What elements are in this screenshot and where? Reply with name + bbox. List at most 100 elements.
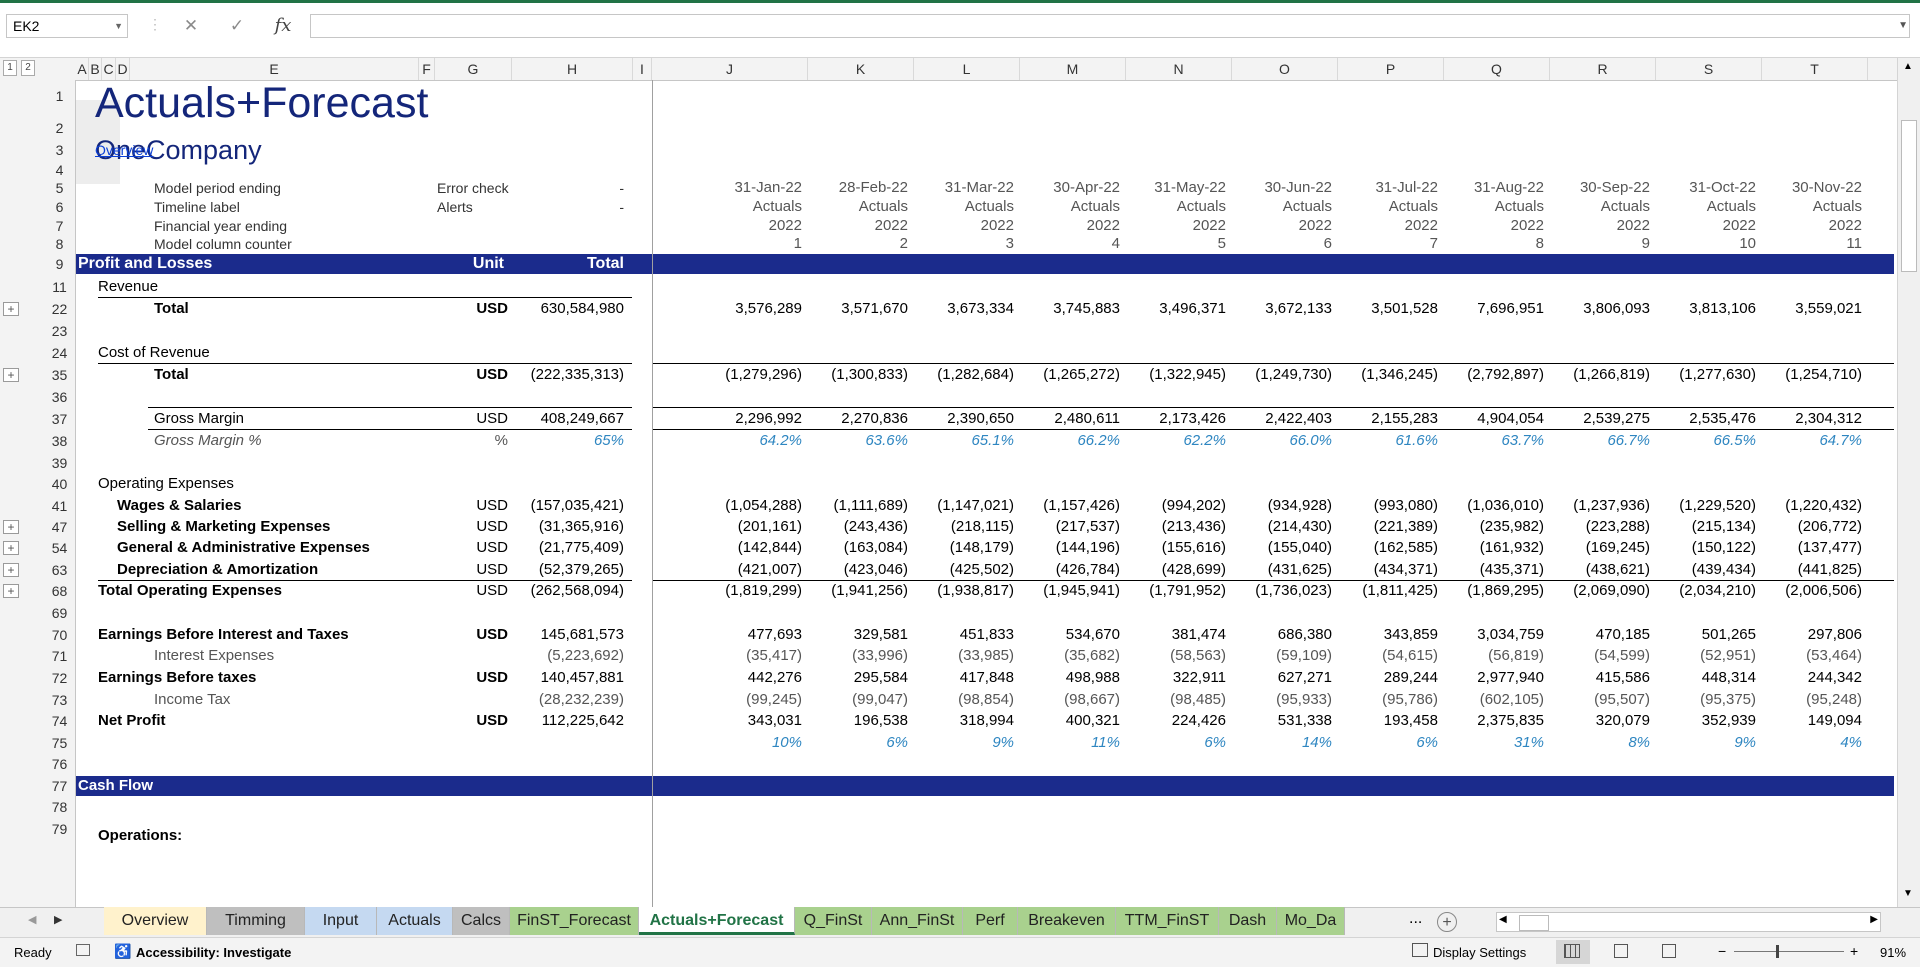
row-header-69[interactable]: 69 bbox=[44, 603, 75, 623]
sheet-tab[interactable]: Ann_FinSt bbox=[872, 907, 963, 935]
row-header-68[interactable]: 68 bbox=[44, 581, 75, 601]
accessibility-icon[interactable]: ♿ bbox=[114, 943, 131, 960]
col-header-J[interactable]: J bbox=[652, 58, 808, 80]
zoom-level[interactable]: 91% bbox=[1880, 945, 1906, 960]
formula-input[interactable] bbox=[310, 14, 1910, 38]
col-header-B[interactable]: B bbox=[89, 58, 102, 80]
col-header-G[interactable]: G bbox=[435, 58, 512, 80]
enter-icon[interactable]: ✓ bbox=[222, 14, 252, 38]
row-header-76[interactable]: 76 bbox=[44, 754, 75, 774]
display-settings-icon[interactable] bbox=[1412, 943, 1428, 957]
expand-group-icon[interactable]: + bbox=[3, 584, 19, 598]
more-sheets[interactable]: ... bbox=[1409, 910, 1422, 928]
expand-group-icon[interactable]: + bbox=[3, 563, 19, 577]
zoom-in-icon[interactable]: + bbox=[1850, 943, 1858, 959]
col-header-K[interactable]: K bbox=[808, 58, 914, 80]
row-header-8[interactable]: 8 bbox=[44, 234, 75, 254]
sheet-tab[interactable]: TTM_FinST bbox=[1116, 907, 1219, 935]
row-header-39[interactable]: 39 bbox=[44, 453, 75, 473]
sheet-tab[interactable]: Timming bbox=[207, 907, 305, 935]
row-header-40[interactable]: 40 bbox=[44, 474, 75, 494]
row-header-79[interactable]: 79 bbox=[44, 819, 75, 839]
col-header-Q[interactable]: Q bbox=[1444, 58, 1550, 80]
col-header-I[interactable]: I bbox=[633, 58, 652, 80]
zoom-slider-thumb[interactable] bbox=[1776, 945, 1779, 958]
col-header-A[interactable]: A bbox=[76, 58, 89, 80]
sheet-tab[interactable]: Calcs bbox=[453, 907, 510, 935]
hscroll-thumb[interactable] bbox=[1519, 915, 1549, 931]
expand-formula-icon[interactable]: ▼ bbox=[1898, 14, 1908, 38]
row-header-24[interactable]: 24 bbox=[44, 343, 75, 363]
next-sheet-icon[interactable]: ▶ bbox=[54, 913, 62, 926]
row-header-1[interactable]: 1 bbox=[44, 86, 75, 106]
row-header-23[interactable]: 23 bbox=[44, 321, 75, 341]
col-header-R[interactable]: R bbox=[1550, 58, 1656, 80]
display-settings[interactable]: Display Settings bbox=[1433, 945, 1526, 960]
row-header-77[interactable]: 77 bbox=[44, 776, 75, 796]
row-header-54[interactable]: 54 bbox=[44, 538, 75, 558]
row-header-73[interactable]: 73 bbox=[44, 690, 75, 710]
sheet-tab[interactable]: Q_FinSt bbox=[795, 907, 872, 935]
row-header-5[interactable]: 5 bbox=[44, 178, 75, 198]
row-header-3[interactable]: 3 bbox=[44, 140, 75, 160]
row-header-75[interactable]: 75 bbox=[44, 733, 75, 753]
col-header-O[interactable]: O bbox=[1232, 58, 1338, 80]
sheet-tab[interactable]: Dash bbox=[1219, 907, 1277, 935]
sheet-tab[interactable]: Input bbox=[305, 907, 377, 935]
accessibility-status[interactable]: Accessibility: Investigate bbox=[136, 945, 291, 960]
col-header-S[interactable]: S bbox=[1656, 58, 1762, 80]
col-header-T[interactable]: T bbox=[1762, 58, 1868, 80]
insert-function-icon[interactable]: fx bbox=[268, 14, 298, 38]
outline-level-1[interactable]: 1 bbox=[3, 60, 17, 76]
chevron-down-icon[interactable]: ▼ bbox=[114, 15, 123, 37]
zoom-out-icon[interactable]: − bbox=[1718, 943, 1726, 959]
row-header-7[interactable]: 7 bbox=[44, 216, 75, 236]
row-header-70[interactable]: 70 bbox=[44, 625, 75, 645]
col-header-L[interactable]: L bbox=[914, 58, 1020, 80]
row-header-9[interactable]: 9 bbox=[44, 254, 75, 274]
row-header-47[interactable]: 47 bbox=[44, 517, 75, 537]
name-box[interactable]: EK2 ▼ bbox=[6, 14, 128, 38]
row-header-71[interactable]: 71 bbox=[44, 646, 75, 666]
row-header-2[interactable]: 2 bbox=[44, 118, 75, 138]
scroll-left-icon[interactable]: ◀ bbox=[1499, 914, 1507, 925]
col-header-E[interactable]: E bbox=[130, 58, 419, 80]
vertical-scrollbar[interactable]: ▲ ▼ bbox=[1897, 58, 1920, 908]
col-header-D[interactable]: D bbox=[116, 58, 130, 80]
prev-sheet-icon[interactable]: ◀ bbox=[28, 913, 36, 926]
sheet-tab[interactable]: Perf bbox=[963, 907, 1018, 935]
scroll-right-icon[interactable]: ▶ bbox=[1870, 914, 1878, 925]
expand-group-icon[interactable]: + bbox=[3, 302, 19, 316]
row-header-36[interactable]: 36 bbox=[44, 387, 75, 407]
scroll-down-icon[interactable]: ▼ bbox=[1903, 888, 1913, 899]
row-header-78[interactable]: 78 bbox=[44, 797, 75, 817]
sheet-tab[interactable]: Actuals+Forecast bbox=[639, 907, 795, 935]
zoom-slider[interactable] bbox=[1734, 951, 1844, 952]
scroll-up-icon[interactable]: ▲ bbox=[1903, 61, 1913, 72]
outline-level-2[interactable]: 2 bbox=[21, 60, 35, 76]
add-sheet-icon[interactable]: + bbox=[1437, 912, 1457, 932]
overview-link[interactable]: Overview bbox=[95, 140, 153, 160]
sheet-tab[interactable]: Overview bbox=[104, 907, 207, 935]
row-header-41[interactable]: 41 bbox=[44, 496, 75, 516]
scroll-thumb[interactable] bbox=[1901, 120, 1917, 272]
col-header-P[interactable]: P bbox=[1338, 58, 1444, 80]
row-header-37[interactable]: 37 bbox=[44, 409, 75, 429]
row-header-22[interactable]: 22 bbox=[44, 299, 75, 319]
macro-record-icon[interactable] bbox=[76, 944, 90, 956]
cancel-icon[interactable]: ✕ bbox=[176, 14, 206, 38]
sheet-tab[interactable]: Actuals bbox=[377, 907, 453, 935]
col-header-F[interactable]: F bbox=[419, 58, 435, 80]
expand-group-icon[interactable]: + bbox=[3, 368, 19, 382]
page-break-icon[interactable] bbox=[1662, 944, 1676, 958]
col-header-C[interactable]: C bbox=[102, 58, 116, 80]
expand-group-icon[interactable]: + bbox=[3, 520, 19, 534]
col-header-M[interactable]: M bbox=[1020, 58, 1126, 80]
row-header-11[interactable]: 11 bbox=[44, 277, 75, 297]
row-header-63[interactable]: 63 bbox=[44, 560, 75, 580]
horizontal-scrollbar[interactable]: ◀ ▶ bbox=[1496, 912, 1881, 932]
col-header-H[interactable]: H bbox=[512, 58, 633, 80]
expand-group-icon[interactable]: + bbox=[3, 541, 19, 555]
page-layout-icon[interactable] bbox=[1614, 944, 1628, 958]
sheet-tab[interactable]: FinST_Forecast bbox=[510, 907, 639, 935]
